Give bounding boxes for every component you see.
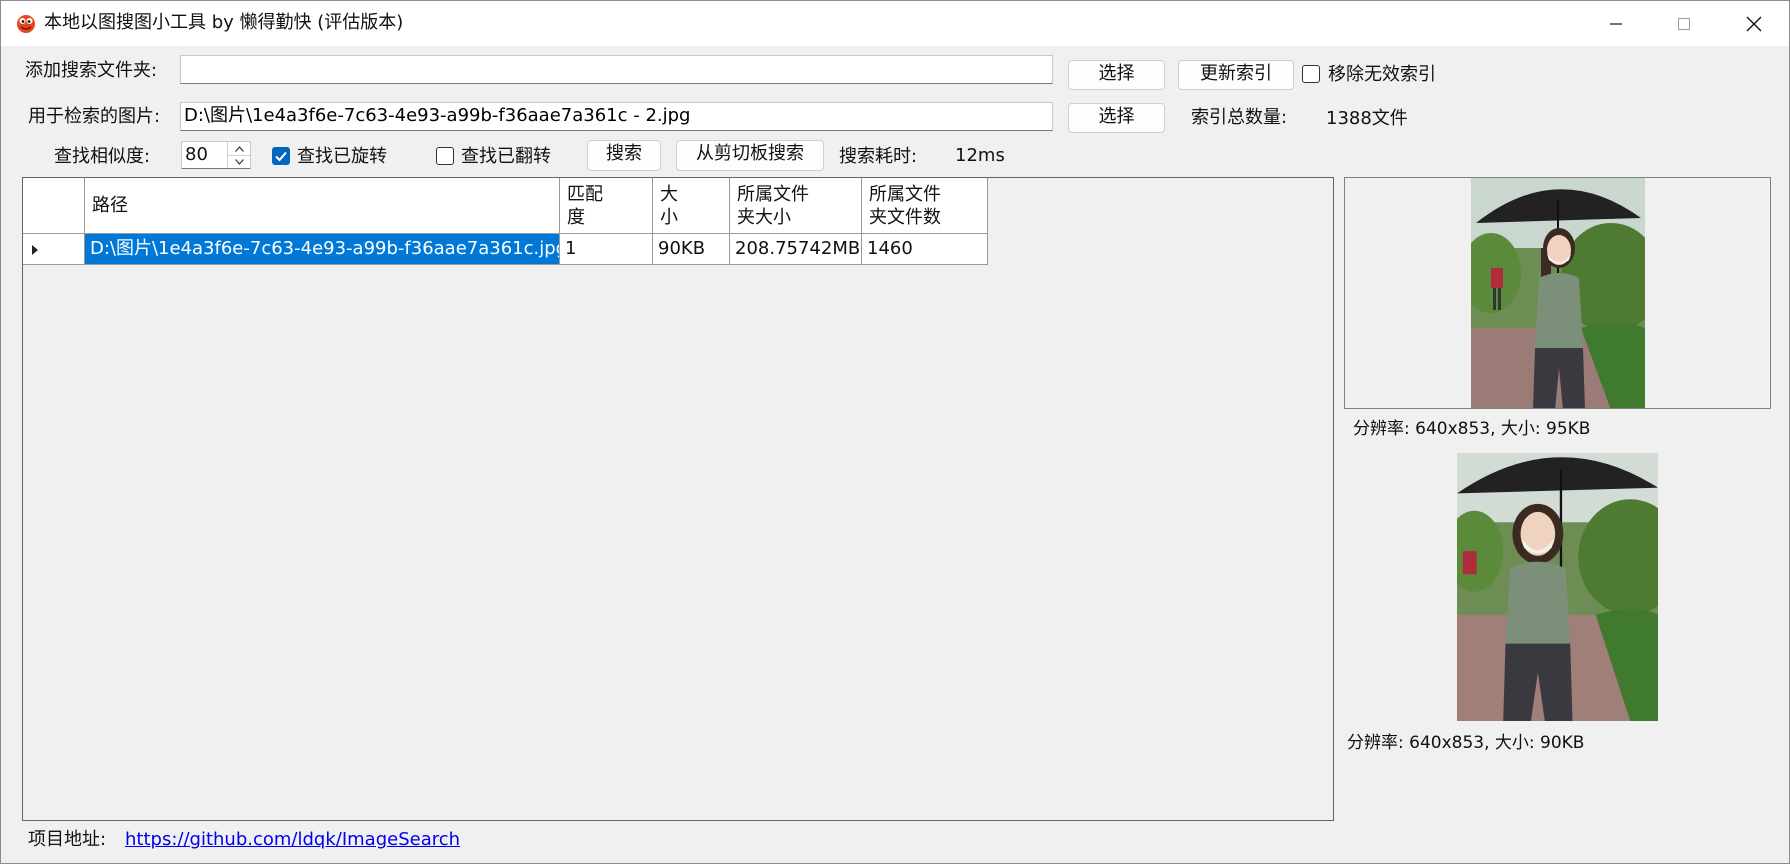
column-header-label: 大 小 (660, 183, 678, 228)
update-index-button[interactable]: 更新索引 (1178, 60, 1294, 90)
results-table[interactable]: 路径 匹配 度 大 小 所属文件 夹大小 所属文件 夹文件数 D:\图片\1e4… (22, 177, 1334, 821)
search-button[interactable]: 搜索 (587, 140, 661, 171)
find-rotated-label: 查找已旋转 (297, 146, 387, 167)
index-total-label: 索引总数量: (1191, 107, 1288, 128)
title-bar[interactable]: 本地以图搜图小工具 by 懒得勤快 (评估版本) (1, 1, 1789, 46)
cell-match[interactable]: 1 (560, 234, 653, 265)
search-image-input[interactable]: D:\图片\1e4a3f6e-7c63-4e93-a99b-f36aae7a36… (180, 102, 1053, 131)
maximize-icon (1678, 17, 1690, 30)
column-header-size[interactable]: 大 小 (653, 178, 730, 234)
main-window: 本地以图搜图小工具 by 懒得勤快 (评估版本) 添加搜索文件夹: 选择 更新索… (0, 0, 1790, 864)
column-header-folder-size[interactable]: 所属文件 夹大小 (730, 178, 862, 234)
app-logo-icon (17, 15, 35, 33)
minimize-icon (1610, 22, 1622, 25)
similarity-value: 80 (185, 144, 208, 165)
stepper-up-button[interactable] (228, 142, 250, 156)
column-header-match[interactable]: 匹配 度 (560, 178, 653, 234)
search-clipboard-button[interactable]: 从剪切板搜索 (676, 140, 824, 171)
remove-invalid-index-checkbox[interactable] (1302, 65, 1320, 83)
stepper-down-button[interactable] (228, 155, 250, 168)
chevron-up-icon (234, 145, 244, 152)
result-image-caption: 分辨率: 640x853, 大小: 90KB (1347, 733, 1585, 753)
index-total-value: 1388文件 (1326, 108, 1408, 129)
search-time-value: 12ms (955, 145, 1005, 166)
find-rotated-checkbox[interactable] (272, 147, 290, 165)
source-image-preview (1344, 177, 1771, 409)
column-header-label: 所属文件 夹文件数 (869, 183, 941, 228)
result-photo (1457, 453, 1658, 721)
chevron-down-icon (234, 158, 244, 165)
find-flipped-label: 查找已翻转 (461, 146, 551, 167)
cell-size[interactable]: 90KB (653, 234, 730, 265)
select-image-button[interactable]: 选择 (1068, 103, 1165, 133)
table-corner-header (23, 178, 85, 234)
column-header-label: 匹配 度 (567, 183, 603, 228)
cell-folder-size[interactable]: 208.75742MB (730, 234, 862, 265)
column-header-label: 路径 (92, 195, 128, 216)
row-header[interactable] (23, 234, 85, 265)
search-time-label: 搜索耗时: (839, 146, 918, 167)
select-folder-button[interactable]: 选择 (1068, 60, 1165, 90)
remove-invalid-index-label: 移除无效索引 (1328, 64, 1436, 85)
find-flipped-checkbox[interactable] (436, 147, 454, 165)
cell-path[interactable]: D:\图片\1e4a3f6e-7c63-4e93-a99b-f36aae7a36… (85, 234, 560, 265)
cell-folder-count[interactable]: 1460 (862, 234, 988, 265)
similarity-label: 查找相似度: (54, 146, 151, 167)
project-url-link[interactable]: https://github.com/ldqk/ImageSearch (125, 829, 460, 851)
similarity-stepper[interactable]: 80 (181, 141, 251, 169)
checkmark-icon (275, 151, 287, 162)
search-image-label: 用于检索的图片: (28, 106, 161, 127)
current-row-arrow-icon (32, 245, 38, 255)
add-folder-input[interactable] (180, 55, 1053, 84)
column-header-label: 所属文件 夹大小 (737, 183, 809, 228)
minimize-button[interactable] (1581, 1, 1651, 46)
add-folder-label: 添加搜索文件夹: (25, 60, 158, 81)
source-image-caption: 分辨率: 640x853, 大小: 95KB (1353, 419, 1591, 439)
close-button[interactable] (1719, 1, 1789, 46)
maximize-button[interactable] (1649, 1, 1719, 46)
source-photo (1471, 178, 1645, 408)
close-icon (1746, 16, 1762, 31)
window-title: 本地以图搜图小工具 by 懒得勤快 (评估版本) (44, 12, 404, 33)
project-address-label: 项目地址: (28, 829, 107, 850)
column-header-path[interactable]: 路径 (85, 178, 560, 234)
column-header-folder-count[interactable]: 所属文件 夹文件数 (862, 178, 988, 234)
